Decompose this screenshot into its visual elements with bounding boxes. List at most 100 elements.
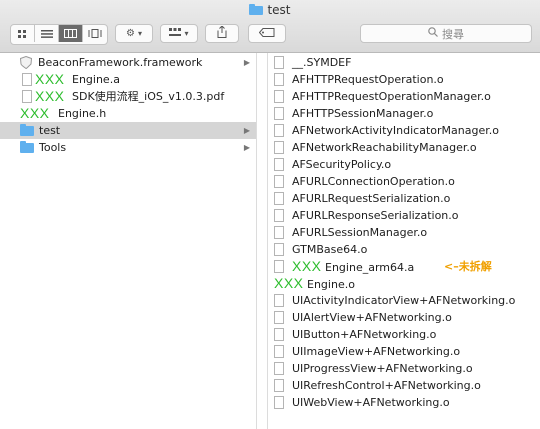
file-item[interactable]: AFURLSessionManager.o — [268, 224, 540, 241]
redaction-marker: XXX — [292, 258, 322, 274]
document-icon — [274, 243, 284, 256]
search-placeholder: 搜尋 — [442, 27, 464, 41]
action-button[interactable]: ⚙ ▾ — [115, 24, 153, 43]
file-name-rest: Engine.o — [303, 278, 355, 291]
file-name: UIProgressView+AFNetworking.o — [292, 362, 473, 375]
document-icon — [274, 226, 284, 239]
share-button[interactable] — [205, 24, 239, 43]
file-name: UIWebView+AFNetworking.o — [292, 396, 450, 409]
document-icon — [274, 328, 284, 341]
file-name: UIRefreshControl+AFNetworking.o — [292, 379, 481, 392]
window-toolbar: test ⚙ ▾ ▾ 搜尋 — [0, 0, 540, 53]
file-name: __.SYMDEF — [292, 56, 352, 69]
list-item-label: BeaconFramework.framework — [38, 56, 203, 69]
file-name: UIAlertView+AFNetworking.o — [292, 311, 452, 324]
search-field[interactable]: 搜尋 — [360, 24, 532, 43]
arrange-button[interactable]: ▾ — [160, 24, 198, 43]
document-icon — [274, 124, 284, 137]
file-item[interactable]: UIRefreshControl+AFNetworking.o — [268, 377, 540, 394]
file-item[interactable]: AFURLRequestSerialization.o — [268, 190, 540, 207]
file-item[interactable]: AFHTTPSessionManager.o — [268, 105, 540, 122]
list-item-label: Engine.a — [72, 73, 120, 86]
file-name: XXX Engine.o — [274, 275, 355, 293]
document-icon — [274, 294, 284, 307]
file-item[interactable]: UIProgressView+AFNetworking.o — [268, 360, 540, 377]
redaction-marker: XXX — [35, 88, 65, 104]
file-item[interactable]: UIActivityIndicatorView+AFNetworking.o — [268, 292, 540, 309]
document-icon — [274, 209, 284, 222]
list-item-label: Engine.h — [58, 107, 107, 120]
document-icon — [274, 379, 284, 392]
document-icon — [274, 141, 284, 154]
document-icon — [274, 192, 284, 205]
list-item[interactable]: XXX Engine.a — [0, 71, 256, 88]
folder-icon — [249, 3, 264, 18]
pdf-icon — [22, 90, 32, 103]
file-item[interactable]: UIButton+AFNetworking.o — [268, 326, 540, 343]
list-item-label: Tools — [39, 141, 67, 154]
file-item[interactable]: XXX Engine_arm64.a <–未拆解 — [268, 258, 540, 275]
file-item[interactable]: AFNetworkActivityIndicatorManager.o — [268, 122, 540, 139]
parent-folder-column: BeaconFramework.framework ▶ XXX Engine.a… — [0, 53, 257, 429]
folder-contents-column: __.SYMDEF AFHTTPRequestOperation.o AFHTT… — [268, 53, 540, 429]
share-icon — [217, 25, 227, 41]
chevron-down-icon: ▾ — [137, 29, 142, 38]
file-item[interactable]: XXX Engine.o — [268, 275, 540, 292]
document-icon — [274, 396, 284, 409]
redaction-marker: XXX — [35, 71, 65, 87]
file-name: AFHTTPRequestOperation.o — [292, 73, 444, 86]
file-item[interactable]: UIAlertView+AFNetworking.o — [268, 309, 540, 326]
list-item[interactable]: BeaconFramework.framework ▶ — [0, 54, 256, 71]
disclosure-arrow-icon: ▶ — [243, 58, 250, 67]
folder-icon — [20, 141, 34, 153]
redaction-marker: XXX — [274, 275, 304, 291]
list-item-selected[interactable]: test ▶ — [0, 122, 256, 139]
document-icon — [274, 260, 284, 273]
tag-icon — [258, 27, 275, 40]
file-item[interactable]: __.SYMDEF — [268, 54, 540, 71]
gear-icon: ⚙ — [126, 28, 135, 39]
view-mode-selector[interactable] — [10, 24, 108, 45]
document-icon — [274, 311, 284, 324]
list-item[interactable]: XXX SDK使用流程_iOS_v1.0.3.pdf — [0, 88, 256, 105]
icon-view-icon[interactable] — [11, 25, 35, 42]
column-view-icon[interactable] — [59, 25, 83, 42]
file-name-rest: Engine_arm64.a — [321, 261, 415, 274]
document-icon — [274, 158, 284, 171]
window-title: test — [0, 3, 540, 18]
file-item[interactable]: AFURLResponseSerialization.o — [268, 207, 540, 224]
redaction-marker: XXX — [20, 105, 50, 121]
document-icon — [22, 73, 32, 86]
file-name: UIImageView+AFNetworking.o — [292, 345, 461, 358]
cover-flow-icon[interactable] — [83, 25, 107, 42]
file-item[interactable]: AFNetworkReachabilityManager.o — [268, 139, 540, 156]
file-item[interactable]: AFSecurityPolicy.o — [268, 156, 540, 173]
list-item[interactable]: Tools ▶ — [0, 139, 256, 156]
arrange-grid-icon — [169, 27, 182, 40]
search-icon — [428, 27, 438, 40]
document-icon — [274, 107, 284, 120]
file-name: AFURLRequestSerialization.o — [292, 192, 451, 205]
document-icon — [274, 90, 284, 103]
file-item[interactable]: AFURLConnectionOperation.o — [268, 173, 540, 190]
tags-button[interactable] — [248, 24, 286, 43]
file-name: AFURLConnectionOperation.o — [292, 175, 455, 188]
file-name: UIActivityIndicatorView+AFNetworking.o — [292, 294, 516, 307]
file-item[interactable]: AFHTTPRequestOperationManager.o — [268, 88, 540, 105]
document-icon — [274, 345, 284, 358]
file-item[interactable]: UIImageView+AFNetworking.o — [268, 343, 540, 360]
document-icon — [274, 362, 284, 375]
document-icon — [274, 56, 284, 69]
file-name: AFHTTPSessionManager.o — [292, 107, 434, 120]
file-item[interactable]: UIWebView+AFNetworking.o — [268, 394, 540, 411]
column-divider[interactable] — [257, 53, 268, 429]
file-item[interactable]: GTMBase64.o — [268, 241, 540, 258]
disclosure-arrow-icon: ▶ — [243, 126, 250, 135]
annotation-note: <–未拆解 — [444, 260, 492, 273]
file-name: GTMBase64.o — [292, 243, 368, 256]
disclosure-arrow-icon: ▶ — [243, 143, 250, 152]
list-item[interactable]: XXX Engine.h — [0, 105, 256, 122]
list-view-icon[interactable] — [35, 25, 59, 42]
file-item[interactable]: AFHTTPRequestOperation.o — [268, 71, 540, 88]
document-icon — [274, 73, 284, 86]
